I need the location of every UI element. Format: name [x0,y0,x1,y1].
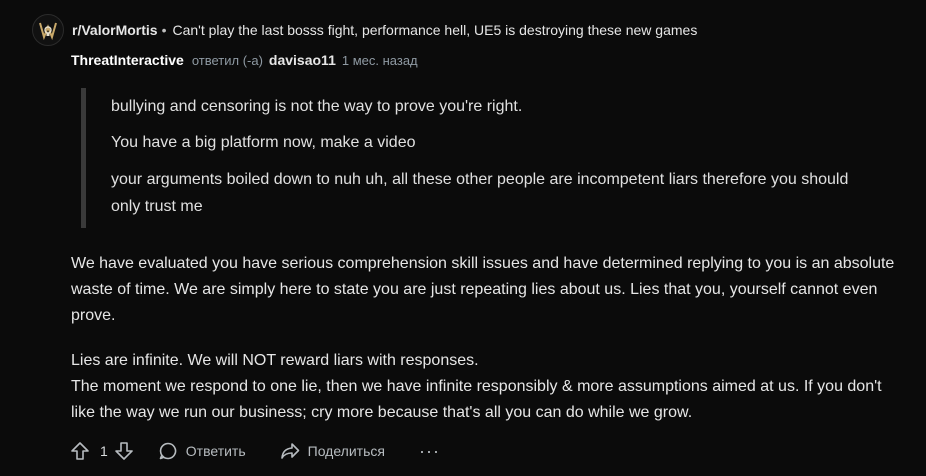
comment-timestamp: 1 мес. назад [341,52,418,68]
comment-actions: 1 Ответить Поделиться ··· [70,438,440,464]
share-label: Поделиться [307,443,385,459]
skull-avatar-icon [39,22,57,41]
replied-text: ответил (-а) [191,52,263,68]
more-options-button[interactable]: ··· [419,441,440,462]
post-title[interactable]: Can't play the last bosss fight, perform… [173,22,698,38]
quote-line-3: your arguments boiled down to nuh uh, al… [111,171,849,215]
share-button[interactable]: Поделиться [280,441,385,461]
arrow-up-icon [71,442,89,460]
comment-paragraph-2-line-1: Lies are infinite. We will NOT reward li… [71,352,479,369]
arrow-down-icon [114,442,133,460]
comment-paragraph-2: Lies are infinite. We will NOT reward li… [71,348,901,426]
reply-label: Ответить [185,443,246,459]
subreddit-avatar[interactable] [32,14,64,46]
vote-count: 1 [100,443,108,459]
separator-dot: • [161,22,167,38]
quote-line-2: You have a big platform now, make a vide… [111,134,416,151]
quote-line-1: bullying and censoring is not the way to… [111,98,523,115]
comment-view: r/ValorMortis • Can't play the last boss… [0,0,926,476]
post-header: r/ValorMortis • Can't play the last boss… [32,13,697,47]
quoted-text: bullying and censoring is not the way to… [81,88,896,228]
comment-meta: ThreatInteractive ответил (-а) davisao11… [71,51,418,69]
subreddit-name[interactable]: r/ValorMortis [72,22,158,38]
comment-author[interactable]: ThreatInteractive [71,52,184,68]
comment-paragraph-2-line-2: The moment we respond to one lie, then w… [71,378,882,421]
upvote-button[interactable] [70,441,90,461]
downvote-button[interactable] [114,441,134,461]
comment-bubble-icon [159,442,177,460]
share-arrow-icon [280,443,299,459]
reply-button[interactable]: Ответить [158,441,246,461]
reply-to-user[interactable]: davisao11 [269,52,336,68]
comment-paragraph-1: We have evaluated you have serious compr… [71,255,895,324]
